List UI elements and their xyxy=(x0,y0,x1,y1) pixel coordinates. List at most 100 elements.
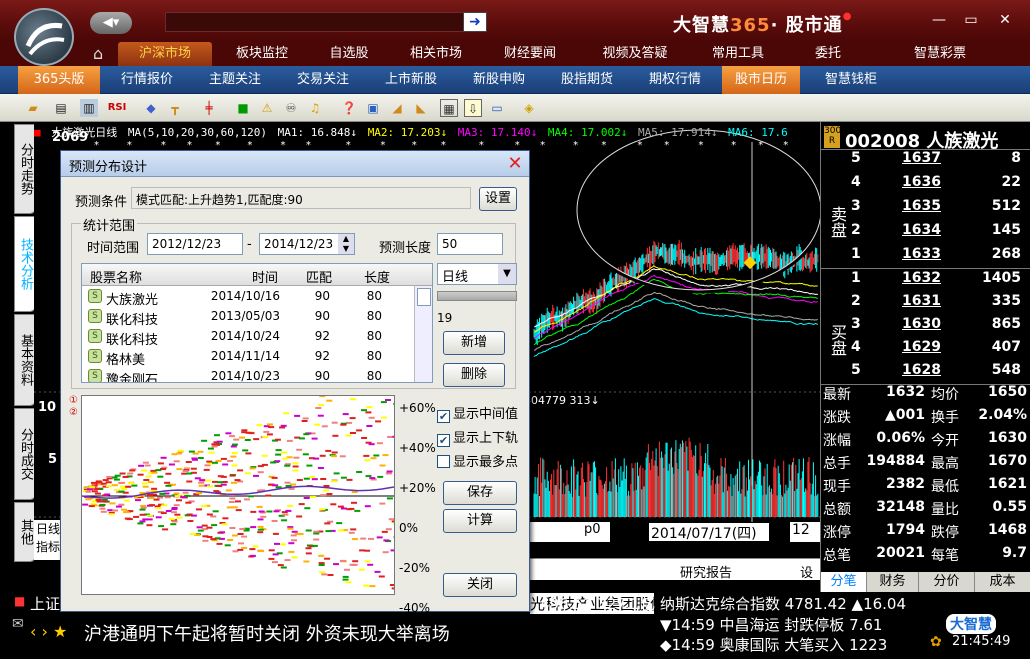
add-button[interactable]: 新增 xyxy=(443,331,505,355)
monitor-icon[interactable]: ▭ xyxy=(488,99,506,117)
table-row[interactable]: S 格林美 2014/11/14 92 80 xyxy=(82,346,414,368)
submenu-theme-focus[interactable]: 主题关注 xyxy=(196,66,274,94)
predict-icon[interactable]: ⇩ xyxy=(464,99,482,117)
table-row[interactable]: S 豫金刚石 2014/10/23 90 80 xyxy=(82,366,414,382)
show-most-checkbox[interactable]: 显示最多点 xyxy=(437,451,518,470)
submenu-365-front[interactable]: 365头版 xyxy=(18,66,100,94)
minimize-icon[interactable]: — xyxy=(924,9,954,31)
folder-icon[interactable]: ▰ xyxy=(24,99,42,117)
kline-icon[interactable]: ▤ xyxy=(52,99,70,117)
col-match[interactable]: 匹配 xyxy=(306,267,332,286)
tab-intraday[interactable]: 分时走势 xyxy=(14,124,36,214)
submenu-trade-focus[interactable]: 交易关注 xyxy=(284,66,362,94)
bid-row[interactable]: 5 1628 548 xyxy=(851,362,1029,385)
binocular-icon[interactable]: ♾ xyxy=(282,99,300,117)
dialog-titlebar[interactable]: 预测分布设计 ✕ xyxy=(61,151,529,177)
tab-other[interactable]: 其他 xyxy=(14,502,36,562)
warning-icon[interactable]: ⚠ xyxy=(258,99,276,117)
submenu-wisdom-vault[interactable]: 智慧钱柜 xyxy=(812,66,890,94)
bid-row[interactable]: 3 1630 865 xyxy=(851,316,1029,339)
distribution-plot[interactable] xyxy=(81,395,395,595)
period-select[interactable]: 日线 ▼ xyxy=(437,263,517,285)
menu-tools[interactable]: 常用工具 xyxy=(700,42,776,66)
save-button[interactable]: 保存 xyxy=(443,481,517,505)
chart-type-icon[interactable]: ▥ xyxy=(80,99,98,117)
tab-cost[interactable]: 成本 xyxy=(975,572,1030,592)
submenu-stock-calendar[interactable]: 股市日历 xyxy=(722,66,800,94)
headline[interactable]: 沪港通明下午起将暂时关闭 外资未现大举离场 xyxy=(84,620,450,646)
ask-row[interactable]: 4 1636 22 xyxy=(851,174,1029,197)
table-row[interactable]: S 大族激光 2014/10/16 90 80 xyxy=(82,286,414,308)
tab-price-dist[interactable]: 分价 xyxy=(919,572,975,592)
table-row[interactable]: S 联化科技 2013/05/03 90 80 xyxy=(82,306,414,328)
col-time[interactable]: 时间 xyxy=(252,267,278,286)
show-band-checkbox[interactable]: ✔ 显示上下轨 xyxy=(437,427,518,447)
tab-ticks[interactable]: 分笔 xyxy=(821,572,867,592)
close-icon[interactable]: ✕ xyxy=(990,9,1020,31)
menu-related-markets[interactable]: 相关市场 xyxy=(396,42,476,66)
alert-1[interactable]: ▼14:59 中昌海运 封跌停板 7.61 xyxy=(660,614,882,635)
submenu-new-listings[interactable]: 上市新股 xyxy=(372,66,450,94)
ask-row[interactable]: 5 1637 8 xyxy=(851,150,1029,173)
show-mid-checkbox[interactable]: ✔ 显示中间值 xyxy=(437,403,518,423)
setup-button[interactable]: 设置 xyxy=(479,187,517,211)
bid-row[interactable]: 4 1629 407 xyxy=(851,339,1029,362)
address-bar[interactable] xyxy=(165,12,485,32)
tab-fundamentals[interactable]: 基本资料 xyxy=(14,314,36,406)
window-icon[interactable]: ▣ xyxy=(364,99,382,117)
mail-icon[interactable]: ✉ xyxy=(12,616,24,632)
index-name[interactable]: 上证 xyxy=(30,593,60,614)
research-report-label[interactable]: 研究报告 xyxy=(680,562,732,581)
alert-2[interactable]: ◆14:59 奥康国际 大笔买入 1223 xyxy=(660,634,887,655)
menu-hushen-market[interactable]: 沪深市场 xyxy=(118,42,212,66)
menu-lottery[interactable]: 智慧彩票 xyxy=(900,42,980,66)
back-button[interactable]: ◀▾ xyxy=(90,12,132,34)
question-icon[interactable]: ❓ xyxy=(340,99,358,117)
diamond-icon[interactable]: ◆ xyxy=(142,99,160,117)
spin-icon[interactable]: ▲ ▼ xyxy=(338,234,354,254)
bell-icon[interactable]: ♫ xyxy=(306,99,324,117)
menu-sector-monitor[interactable]: 板块监控 xyxy=(222,42,302,66)
submenu-quotes[interactable]: 行情报价 xyxy=(108,66,186,94)
trend-icon[interactable]: ◢ xyxy=(388,99,406,117)
submenu-ipo-subscribe[interactable]: 新股申购 xyxy=(460,66,538,94)
menu-finance-news[interactable]: 财经要闻 xyxy=(490,42,570,66)
layout-icon[interactable]: ▦ xyxy=(440,99,458,117)
col-length[interactable]: 长度 xyxy=(364,267,390,286)
menu-watchlist[interactable]: 自选股 xyxy=(312,42,386,66)
tab-trades[interactable]: 分时成交 xyxy=(14,408,36,500)
ask-row[interactable]: 2 1634 145 xyxy=(851,222,1029,245)
close-icon[interactable]: ✕ xyxy=(505,154,525,174)
diamond-warning-icon[interactable]: ◈ xyxy=(520,99,538,117)
close-button[interactable]: 关闭 xyxy=(443,573,517,597)
date-from-field[interactable]: 2012/12/23 xyxy=(147,233,243,255)
menu-video-qa[interactable]: 视频及答疑 xyxy=(590,42,680,66)
draw-line-icon[interactable]: ┳ xyxy=(166,99,184,117)
rsi-icon[interactable]: RSI xyxy=(104,99,130,117)
condition-field[interactable]: 模式匹配:上升趋势1,匹配度:90 xyxy=(131,187,471,209)
calculate-button[interactable]: 计算 xyxy=(443,509,517,533)
scroll-thumb[interactable] xyxy=(417,288,431,306)
gear-icon[interactable]: ✿ xyxy=(930,634,942,650)
chevron-down-icon[interactable]: ▼ xyxy=(498,264,516,284)
settings-label[interactable]: 设 xyxy=(800,562,813,581)
col-name[interactable]: 股票名称 xyxy=(90,267,142,286)
date-to-field[interactable]: 2014/12/23 ▲ ▼ xyxy=(259,233,355,255)
ask-row[interactable]: 1 1633 268 xyxy=(851,246,1029,269)
tab-technical[interactable]: 技术分析 xyxy=(14,216,36,312)
bid-row[interactable]: 2 1631 335 xyxy=(851,293,1029,316)
go-arrow-icon[interactable]: ➜ xyxy=(463,12,487,32)
news-arrows-icon[interactable]: ‹ › ★ xyxy=(30,622,67,641)
bid-row[interactable]: 1 1632 1405 xyxy=(851,270,1029,293)
table-scrollbar[interactable] xyxy=(414,286,432,382)
trend2-icon[interactable]: ◣ xyxy=(412,99,430,117)
menu-entrust[interactable]: 委托 xyxy=(798,42,858,66)
predict-length-field[interactable]: 50 xyxy=(437,233,503,255)
maximize-icon[interactable]: ▭ xyxy=(956,9,986,31)
tab-finance[interactable]: 财务 xyxy=(867,572,919,592)
ask-row[interactable]: 3 1635 512 xyxy=(851,198,1029,221)
submenu-options[interactable]: 期权行情 xyxy=(636,66,714,94)
candle-icon[interactable]: ╪ xyxy=(200,99,218,117)
indicator-icon[interactable]: ■ xyxy=(234,99,252,117)
table-row[interactable]: S 联化科技 2014/10/24 92 80 xyxy=(82,326,414,348)
